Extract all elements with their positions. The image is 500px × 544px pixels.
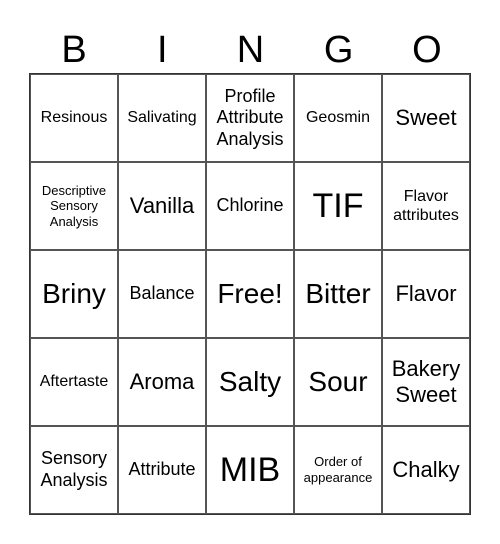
header-letter-i: I: [157, 29, 168, 71]
bingo-header: B I N G O: [30, 28, 471, 73]
bingo-cell[interactable]: Sour: [294, 338, 382, 426]
bingo-cell[interactable]: Geosmin: [294, 74, 382, 162]
bingo-cell[interactable]: Balance: [118, 250, 206, 338]
bingo-cell[interactable]: Salivating: [118, 74, 206, 162]
bingo-cell[interactable]: Salty: [206, 338, 294, 426]
bingo-cell[interactable]: Sensory Analysis: [30, 426, 118, 514]
bingo-cell[interactable]: Descriptive Sensory Analysis: [30, 162, 118, 250]
free-space-cell[interactable]: Free!: [206, 250, 294, 338]
bingo-cell[interactable]: Chlorine: [206, 162, 294, 250]
header-letter-o: O: [412, 29, 442, 71]
bingo-cell[interactable]: MIB: [206, 426, 294, 514]
bingo-cell[interactable]: Aroma: [118, 338, 206, 426]
bingo-cell[interactable]: Attribute: [118, 426, 206, 514]
bingo-cell[interactable]: Vanilla: [118, 162, 206, 250]
bingo-cell[interactable]: Profile Attribute Analysis: [206, 74, 294, 162]
bingo-cell[interactable]: Bakery Sweet: [382, 338, 470, 426]
bingo-cell[interactable]: Sweet: [382, 74, 470, 162]
bingo-cell[interactable]: Flavor: [382, 250, 470, 338]
header-letter-b: B: [61, 29, 87, 71]
bingo-cell[interactable]: Chalky: [382, 426, 470, 514]
bingo-grid: Resinous Salivating Profile Attribute An…: [29, 73, 471, 515]
bingo-cell[interactable]: Briny: [30, 250, 118, 338]
bingo-cell[interactable]: Resinous: [30, 74, 118, 162]
bingo-cell[interactable]: Aftertaste: [30, 338, 118, 426]
bingo-cell[interactable]: TIF: [294, 162, 382, 250]
header-letter-g: G: [323, 29, 354, 71]
header-letter-n: N: [236, 29, 265, 71]
bingo-cell[interactable]: Order of appearance: [294, 426, 382, 514]
bingo-cell[interactable]: Bitter: [294, 250, 382, 338]
bingo-cell[interactable]: Flavor attributes: [382, 162, 470, 250]
